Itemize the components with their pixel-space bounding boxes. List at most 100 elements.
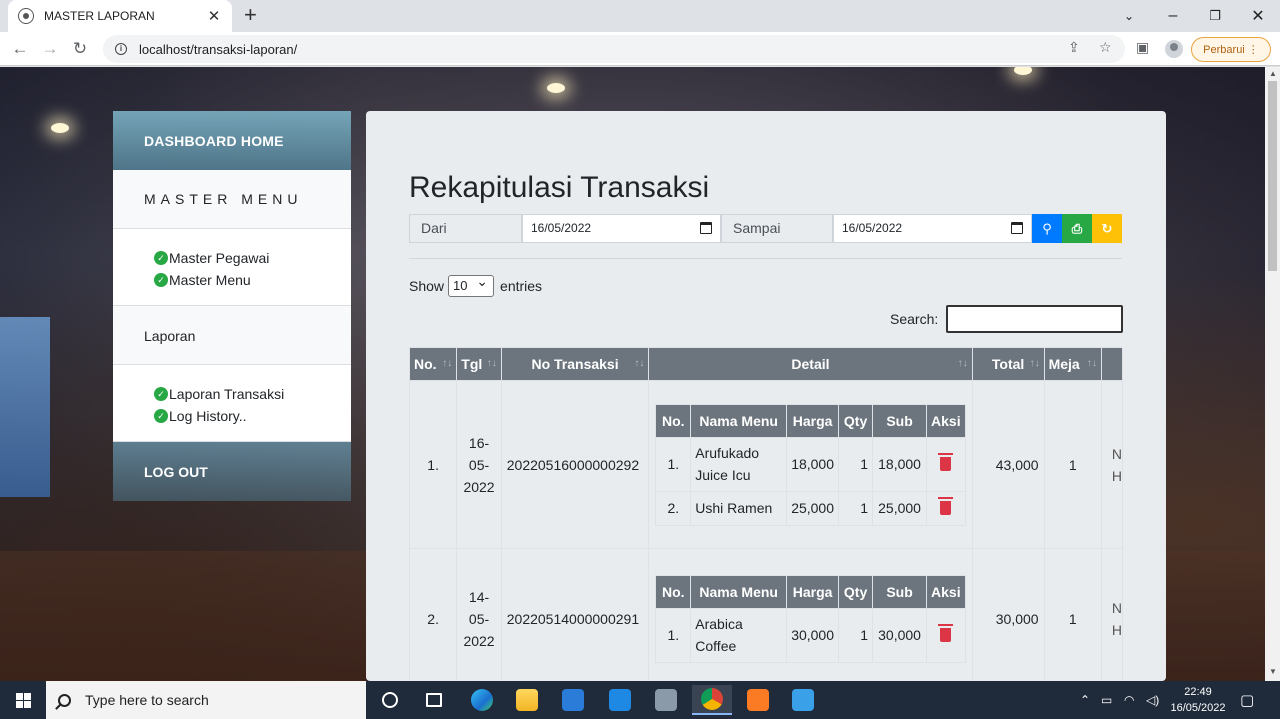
mail-icon[interactable] [600, 685, 640, 715]
delete-button[interactable] [926, 436, 966, 492]
reset-button[interactable]: ↻ [1092, 214, 1122, 243]
taskbar-search-placeholder: Type here to search [85, 692, 209, 708]
store-icon[interactable] [553, 685, 593, 715]
taskbar-search[interactable]: Type here to search [46, 681, 366, 719]
back-icon[interactable]: ← [8, 37, 32, 61]
check-circle-icon: ✓ [154, 409, 168, 423]
cell-overflow: NH [1100, 380, 1124, 549]
detail-row: 1. Arufukado Juice Icu 18,000 1 18,000 [655, 436, 966, 492]
cortana-icon[interactable] [370, 685, 410, 715]
ceiling-lamp-icon [51, 123, 69, 133]
chrome-icon[interactable] [692, 685, 732, 715]
column-header-tgl[interactable]: Tgl ↑↓ [456, 347, 502, 381]
detail-row: 1. Arabica Coffee 30,000 1 30,000 [655, 607, 966, 663]
screen-app-icon[interactable] [783, 685, 823, 715]
column-header-meja[interactable]: Meja ↑↓ [1043, 347, 1102, 381]
from-date-value: 16/05/2022 [531, 221, 592, 235]
file-explorer-icon[interactable] [507, 685, 547, 715]
tray-chevron-icon[interactable]: ⌃ [1080, 681, 1090, 719]
restore-icon[interactable]: ❐ [1192, 0, 1238, 32]
sidebar-item-master-menu[interactable]: ✓ Master Menu [154, 269, 351, 291]
search-icon: ⚲ [1042, 220, 1052, 236]
bookmark-star-icon[interactable]: ☆ [1099, 39, 1112, 56]
scroll-up-icon[interactable]: ▲ [1269, 69, 1277, 78]
column-header-no-transaksi[interactable]: No Transaksi ↑↓ [500, 347, 650, 381]
sidebar-item-label: Master Pegawai [169, 250, 270, 266]
search-button[interactable]: ⚲ [1032, 214, 1062, 243]
xampp-icon[interactable] [738, 685, 778, 715]
sidebar-item-log-history[interactable]: ✓ Log History.. [154, 405, 351, 427]
profile-avatar-icon[interactable] [1165, 40, 1183, 58]
omnibox[interactable]: i localhost/transaksi-laporan/ [103, 35, 1125, 63]
column-header-no[interactable]: No. ↑↓ [408, 347, 458, 381]
volume-icon[interactable]: ◁) [1146, 681, 1159, 719]
dashboard-home-link[interactable]: DASHBOARD HOME [113, 111, 351, 170]
column-header-overflow [1100, 347, 1124, 381]
sidebar-item-master-pegawai[interactable]: ✓ Master Pegawai [154, 247, 351, 269]
scroll-down-icon[interactable]: ▼ [1269, 667, 1277, 676]
notifications-icon[interactable]: ▢ [1240, 681, 1254, 719]
edge-icon[interactable] [462, 685, 502, 715]
remote-desktop-icon[interactable] [646, 685, 686, 715]
wifi-icon[interactable]: ◠ [1124, 681, 1134, 719]
print-button[interactable]: ⎙ [1062, 214, 1092, 243]
cell-detail: No. Nama Menu Harga Qty Sub Aksi 1. [648, 548, 973, 681]
window-decor [0, 317, 50, 497]
window-close-icon[interactable]: ✕ [1235, 0, 1280, 32]
logout-link[interactable]: LOG OUT [113, 442, 351, 501]
battery-icon[interactable]: ▭ [1101, 681, 1112, 719]
scrollbar-thumb[interactable] [1268, 81, 1277, 271]
search-icon [58, 693, 71, 707]
sort-icon: ↑↓ [486, 358, 497, 369]
windows-logo-icon [15, 692, 31, 708]
detail-harga: 30,000 [786, 607, 840, 663]
update-button[interactable]: Perbarui ⋮ [1191, 37, 1271, 62]
minimize-icon[interactable]: – [1150, 0, 1196, 32]
page-scrollbar[interactable]: ▲ ▼ [1265, 67, 1280, 681]
task-view-icon[interactable] [414, 685, 454, 715]
date-filter: Dari 16/05/2022 Sampai 16/05/2022 ⚲ ⎙ ↻ [409, 214, 1122, 243]
sidebar-item-laporan-transaksi[interactable]: ✓ Laporan Transaksi [154, 383, 351, 405]
column-header-detail[interactable]: Detail ↑↓ [648, 347, 973, 381]
detail-harga: 18,000 [786, 436, 840, 492]
forward-icon[interactable]: → [38, 37, 62, 61]
sort-icon: ↑↓ [1086, 358, 1097, 369]
calendar-icon[interactable] [700, 222, 712, 234]
page-title: Rekapitulasi Transaksi [409, 171, 710, 204]
table-search: Search: [890, 305, 1124, 333]
new-tab-icon[interactable]: + [244, 4, 257, 26]
delete-button[interactable] [926, 490, 966, 526]
detail-nama: Arabica Coffee [690, 607, 788, 663]
browser-tab[interactable]: MASTER LAPORAN ✕ [8, 0, 232, 32]
reload-icon[interactable]: ↻ [68, 37, 92, 61]
master-menu-list: ✓ Master Pegawai ✓ Master Menu [113, 229, 351, 306]
tab-title: MASTER LAPORAN [44, 9, 155, 23]
delete-button[interactable] [926, 607, 966, 663]
detail-header: Qty [838, 403, 874, 438]
site-info-icon[interactable]: i [115, 43, 127, 55]
taskbar: Type here to search ⌃ ▭ ◠ ◁) 22:49 16/05… [0, 681, 1280, 719]
calendar-icon[interactable] [1011, 222, 1023, 234]
to-date-input[interactable]: 16/05/2022 [833, 214, 1032, 243]
trash-icon [938, 497, 954, 515]
entries-label: entries [500, 278, 543, 294]
search-label: Search: [890, 311, 939, 327]
start-button[interactable] [0, 681, 46, 719]
tab-search-chevron-icon[interactable]: ⌄ [1106, 0, 1152, 32]
cell-tgl: 14- 05- 2022 [456, 548, 502, 681]
side-panel-icon[interactable]: ▣ [1136, 39, 1149, 56]
detail-header-row: No. Nama Menu Harga Qty Sub Aksi [655, 403, 966, 438]
detail-qty: 1 [838, 490, 874, 526]
entries-select[interactable]: 10 [448, 273, 495, 297]
detail-header: No. [655, 403, 692, 438]
trash-icon [938, 624, 954, 642]
column-header-total[interactable]: Total ↑↓ [971, 347, 1045, 381]
transactions-table: No. ↑↓ Tgl ↑↓ No Transaksi ↑↓ Detail ↑↓ Tota… [408, 347, 1124, 681]
cell-no-transaksi: 20220516000000292 [500, 380, 650, 549]
search-input[interactable] [946, 305, 1124, 333]
master-menu-heading: MASTER MENU [113, 170, 351, 229]
tab-close-icon[interactable]: ✕ [206, 7, 222, 25]
from-date-input[interactable]: 16/05/2022 [522, 214, 721, 243]
share-icon[interactable]: ⇪ [1068, 39, 1080, 56]
taskbar-clock[interactable]: 22:49 16/05/2022 [1168, 684, 1228, 716]
